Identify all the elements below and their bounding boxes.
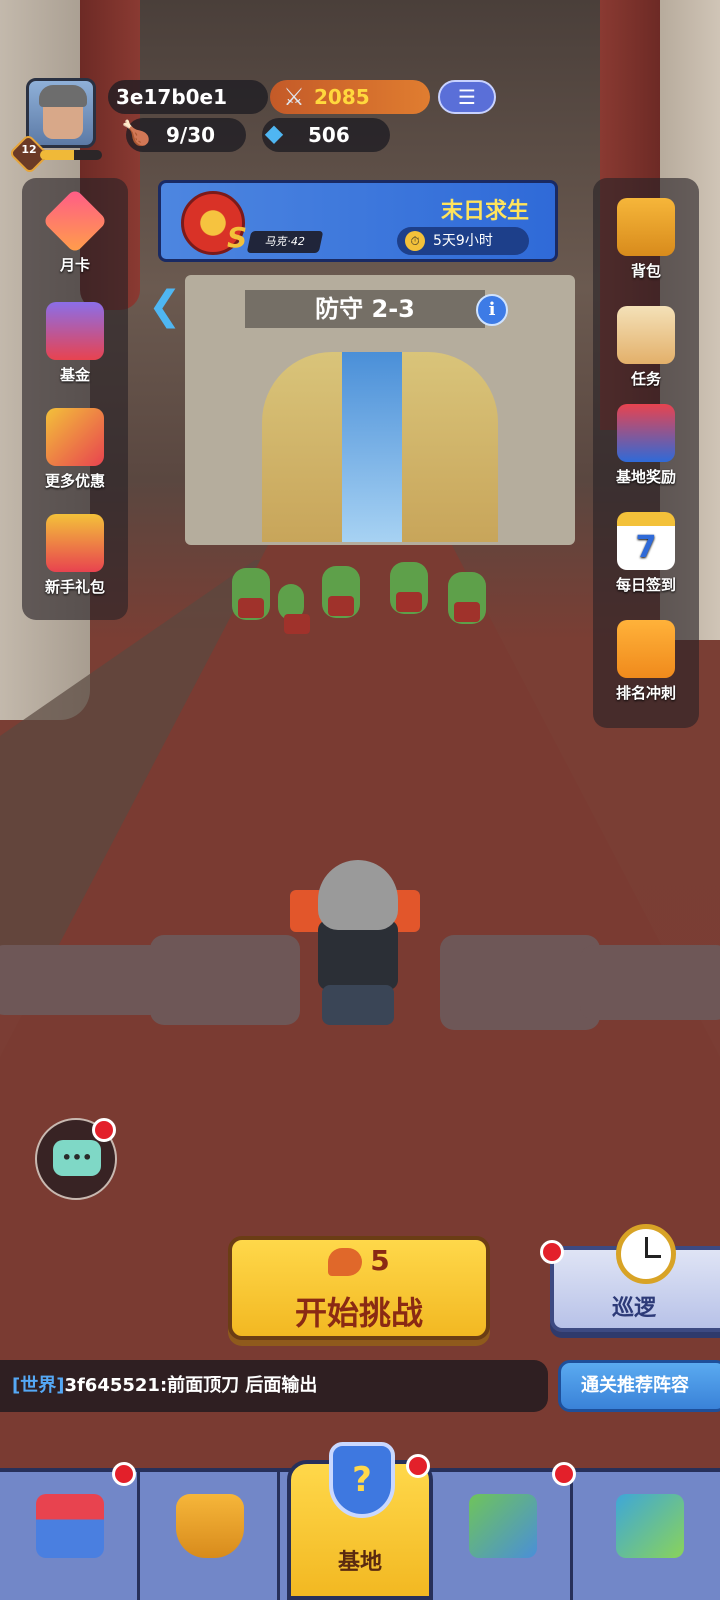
nav-tab-map[interactable] bbox=[433, 1472, 573, 1600]
zombie-enemy bbox=[278, 584, 310, 634]
sky-through-gate bbox=[342, 352, 402, 542]
stage-info-button[interactable]: i bbox=[476, 294, 508, 326]
task-clipboard-icon bbox=[617, 306, 675, 364]
right-menu-item-backpack[interactable]: 背包 bbox=[593, 198, 699, 281]
previous-stage-arrow-icon[interactable]: ❮ bbox=[148, 284, 188, 328]
zombie-enemy bbox=[232, 568, 270, 620]
world-channel-tag: [世界] bbox=[12, 1375, 65, 1396]
calendar-icon: 7 bbox=[617, 512, 675, 570]
patrol-notification-dot bbox=[540, 1240, 564, 1264]
rank-letter: S bbox=[227, 221, 248, 254]
left-menu-item-monthly-card[interactable]: 月卡 bbox=[22, 188, 128, 275]
nav-tab-heroes[interactable] bbox=[140, 1472, 280, 1600]
left-menu-item-fund[interactable]: 基金 bbox=[22, 302, 128, 385]
right-menu-item-rank-sprint[interactable]: 排名冲刺 bbox=[593, 620, 699, 703]
nav-tab-shop[interactable] bbox=[0, 1472, 140, 1600]
shop-icon bbox=[36, 1494, 104, 1558]
event-character-name: 马克·42 bbox=[246, 231, 324, 253]
right-menu-item-tasks[interactable]: 任务 bbox=[593, 306, 699, 389]
event-title: 末日求生 bbox=[440, 199, 529, 224]
base-notification-dot bbox=[406, 1454, 430, 1478]
map-icon bbox=[469, 1494, 537, 1558]
xp-bar bbox=[40, 150, 102, 160]
stamina-display[interactable]: 🍗 9/30 bbox=[121, 118, 246, 152]
chat-bubble-icon: ••• bbox=[53, 1140, 101, 1176]
tech-circuit-icon bbox=[616, 1494, 684, 1558]
zombie-enemy bbox=[390, 562, 428, 614]
nav-tab-base-label: 基地 bbox=[337, 1550, 382, 1575]
left-menu-item-starter-pack[interactable]: 新手礼包 bbox=[22, 514, 128, 597]
backpack-icon bbox=[617, 198, 675, 256]
nav-tab-base[interactable]: ? 基地 bbox=[287, 1442, 433, 1600]
menu-button[interactable]: ☰ bbox=[438, 80, 496, 114]
player-hero bbox=[290, 860, 420, 1030]
clock-icon bbox=[616, 1224, 676, 1284]
rank-podium-icon bbox=[617, 620, 675, 678]
fund-gems-icon bbox=[46, 302, 104, 360]
power-value: 2085 bbox=[314, 85, 370, 109]
diamond-plus-icon: ◆ bbox=[264, 119, 284, 147]
right-menu-item-daily-checkin[interactable]: 7 每日签到 bbox=[593, 512, 699, 595]
shop-notification-dot bbox=[112, 1462, 136, 1486]
patrol-label: 巡逻 bbox=[611, 1296, 656, 1321]
chat-notification-dot bbox=[92, 1118, 116, 1142]
right-menu-item-base-reward[interactable]: 基地奖励 bbox=[593, 404, 699, 487]
event-timer: ⏱ 5天9小时 bbox=[397, 227, 529, 255]
hero-shield-icon bbox=[176, 1494, 244, 1558]
base-shield-icon: ? bbox=[329, 1442, 395, 1518]
crossed-swords-icon: ⚔ bbox=[283, 83, 305, 111]
party-popper-icon bbox=[46, 408, 104, 466]
map-notification-dot bbox=[552, 1462, 576, 1486]
player-avatar[interactable] bbox=[26, 78, 96, 148]
gems-value: 506 bbox=[308, 123, 350, 147]
world-chat-message: 3f645521:前面顶刀 后面输出 bbox=[64, 1375, 318, 1396]
stamina-value: 9/30 bbox=[166, 123, 216, 147]
list-icon: ☰ bbox=[458, 85, 476, 109]
nav-tab-tech[interactable] bbox=[580, 1472, 720, 1600]
gift-box-icon bbox=[46, 514, 104, 572]
start-challenge-button[interactable]: 5 开始挑战 bbox=[228, 1236, 490, 1340]
recommended-lineup-button[interactable]: 通关推荐阵容 bbox=[558, 1360, 720, 1412]
event-banner[interactable]: S 马克·42 末日求生 ⏱ 5天9小时 bbox=[158, 180, 558, 262]
zombie-enemy bbox=[322, 566, 360, 618]
xp-bar-fill bbox=[40, 150, 75, 160]
power-display: ⚔ 2085 bbox=[270, 80, 430, 114]
left-menu-item-more-deals[interactable]: 更多优惠 bbox=[22, 408, 128, 491]
world-chat-bar[interactable]: [世界]3f645521:前面顶刀 后面输出 bbox=[0, 1360, 548, 1412]
start-challenge-label: 开始挑战 bbox=[294, 1294, 423, 1332]
timer-lock-icon: ⏱ bbox=[405, 231, 425, 251]
challenge-cost: 5 bbox=[232, 1244, 486, 1277]
monthly-card-icon bbox=[42, 188, 108, 254]
right-menu-panel: 背包 任务 基地奖励 7 每日签到 排名冲刺 bbox=[593, 178, 699, 728]
gems-display[interactable]: ◆ 506 bbox=[262, 118, 390, 152]
meat-plus-icon: 🍗 bbox=[121, 119, 151, 147]
base-reward-icon bbox=[617, 404, 675, 462]
stage-label: 防守 2-3 bbox=[245, 290, 485, 328]
left-menu-panel: 月卡 基金 更多优惠 新手礼包 bbox=[22, 178, 128, 620]
meat-icon bbox=[328, 1248, 363, 1276]
player-id: 3e17b0e1 bbox=[108, 80, 268, 114]
zombie-enemy bbox=[448, 572, 486, 624]
golden-gate-doors bbox=[262, 352, 498, 542]
